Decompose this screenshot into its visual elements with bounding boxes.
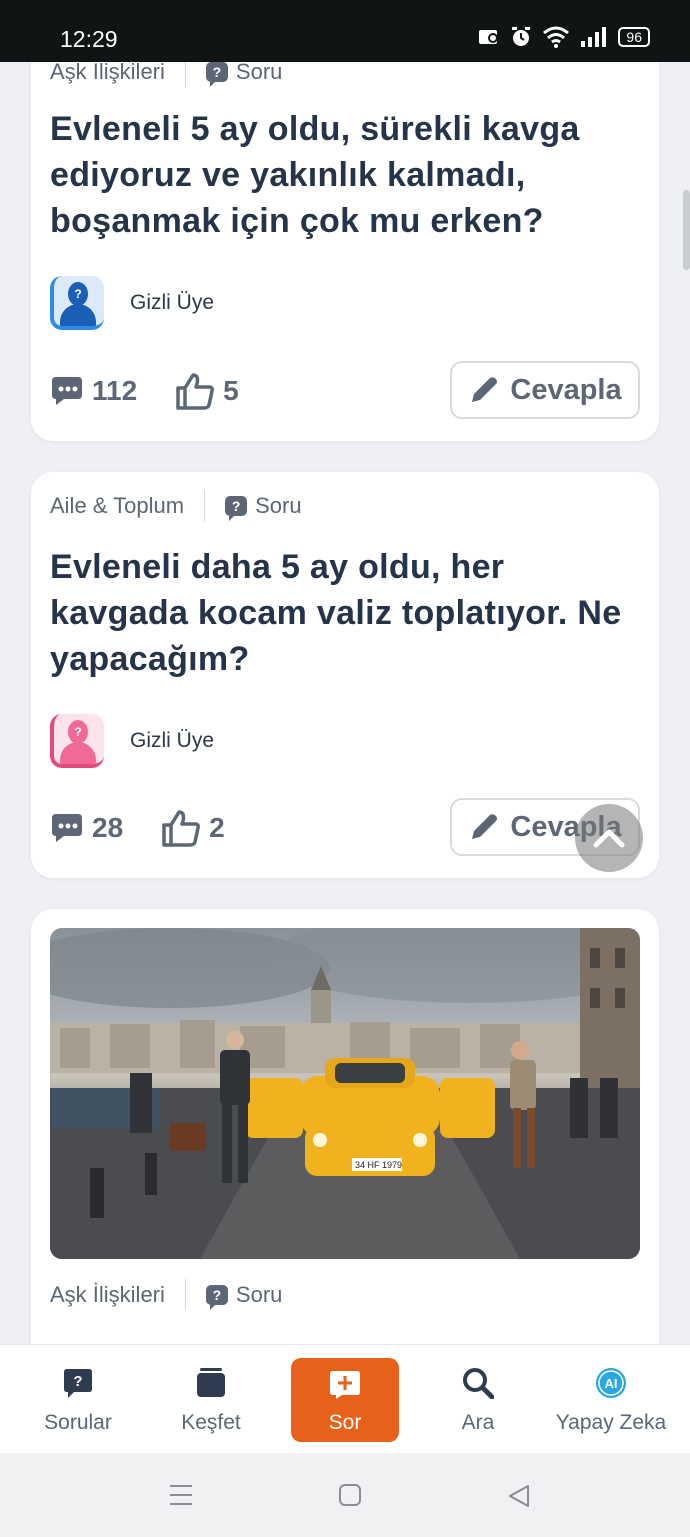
answer-label: Cevapla (510, 373, 622, 406)
comment-count-value: 28 (92, 812, 124, 843)
comment-icon (52, 814, 82, 842)
nav-explore[interactable]: Keşfet (151, 1345, 271, 1454)
scrollbar[interactable] (683, 190, 690, 270)
question-title[interactable]: Evleneli 5 ay oldu, sürekli kavga ediyor… (50, 106, 640, 244)
avatar: ? (50, 714, 104, 768)
question-card[interactable]: Aile & Toplum ? Soru Evleneli daha 5 ay … (31, 472, 659, 878)
category-link[interactable]: Aile & Toplum (50, 493, 184, 519)
nav-label: Sorular (44, 1411, 112, 1434)
author[interactable]: ? Gizli Üye (50, 276, 214, 330)
nav-label: Sor (328, 1411, 362, 1434)
plus-icon (330, 1371, 360, 1399)
post-type-label: Soru (235, 59, 283, 84)
pencil-icon (472, 814, 498, 839)
bottom-navigation: ? Sorular Keşfet Sor Ara AI Yapay Zeka (0, 1344, 690, 1454)
comment-count[interactable]: 28 (50, 812, 123, 844)
nav-label: Yapay Zeka (555, 1411, 667, 1434)
alarm-icon (512, 27, 531, 46)
thumbs-up-icon (162, 810, 201, 847)
post-type-label: Soru (255, 493, 302, 518)
nav-label: Ara (461, 1411, 495, 1434)
nav-label: Keşfet (181, 1411, 241, 1434)
like-button[interactable]: 5 (175, 372, 239, 410)
question-title[interactable]: Evleneli daha 5 ay oldu, her kavgada koc… (50, 544, 640, 682)
thumbs-up-icon (176, 373, 215, 410)
signal-icon (581, 27, 607, 47)
author-name: Gizli Üye (130, 729, 215, 752)
category-link[interactable]: Aşk İlişkileri (50, 59, 165, 85)
menu-icon[interactable] (168, 1483, 194, 1507)
chevron-up-icon (593, 829, 625, 848)
ai-badge-text: AI (605, 1376, 618, 1391)
author[interactable]: ? Gizli Üye (50, 714, 214, 768)
question-card[interactable]: 34 HF 1979 Aşk İlişkileri ? Soru (31, 909, 659, 1369)
like-button[interactable]: 2 (161, 809, 225, 847)
home-icon[interactable] (338, 1483, 362, 1507)
question-card[interactable]: Aşk İlişkileri ? Soru Evleneli 5 ay oldu… (31, 20, 659, 441)
post-type-label: Soru (235, 1282, 283, 1307)
status-icons: 96 (478, 26, 650, 48)
question-icon: ? (225, 496, 248, 521)
back-icon[interactable] (506, 1483, 532, 1509)
question-icon: ? (205, 1285, 228, 1310)
search-icon (463, 1368, 494, 1399)
answer-button[interactable]: Cevapla (450, 361, 640, 419)
question-bubble-icon: ? (64, 1369, 92, 1398)
nav-search[interactable]: Ara (418, 1345, 538, 1454)
like-count-value: 2 (209, 812, 225, 843)
divider (184, 1279, 186, 1311)
system-navigation-bar (0, 1453, 690, 1537)
card-stats: 28 2 (50, 809, 225, 847)
ai-icon: AI (596, 1368, 626, 1398)
wifi-icon (543, 26, 570, 48)
like-count-value: 5 (223, 375, 239, 406)
divider (204, 490, 206, 522)
card-meta: Aile & Toplum ? Soru (50, 490, 302, 522)
taxi-scene-illustration: 34 HF 1979 (50, 928, 640, 1259)
avatar: ? (50, 276, 104, 330)
comment-icon (52, 377, 82, 405)
notification-icon (479, 30, 499, 44)
status-time: 12:29 (60, 26, 118, 52)
question-photo[interactable]: 34 HF 1979 (50, 928, 640, 1259)
plate-text: 34 HF 1979 (355, 1160, 402, 1170)
category-link[interactable]: Aşk İlişkileri (50, 1282, 165, 1308)
nav-ai[interactable]: AI Yapay Zeka (551, 1345, 671, 1454)
card-stats: 112 5 (50, 372, 239, 410)
comment-count[interactable]: 112 (50, 375, 137, 407)
question-icon: ? (205, 62, 228, 87)
explore-icon (197, 1368, 225, 1397)
pencil-icon (472, 377, 498, 402)
status-bar: 12:29 96 (0, 0, 690, 62)
nav-ask-button[interactable]: Sor (291, 1358, 399, 1442)
nav-questions[interactable]: ? Sorular (18, 1345, 138, 1454)
battery-indicator: 96 (618, 27, 650, 47)
author-name: Gizli Üye (130, 291, 215, 314)
comment-count-value: 112 (92, 375, 138, 406)
svg-text:?: ? (73, 1373, 82, 1390)
scroll-to-top-button[interactable] (575, 804, 643, 872)
card-meta: Aşk İlişkileri ? Soru (50, 1279, 282, 1311)
